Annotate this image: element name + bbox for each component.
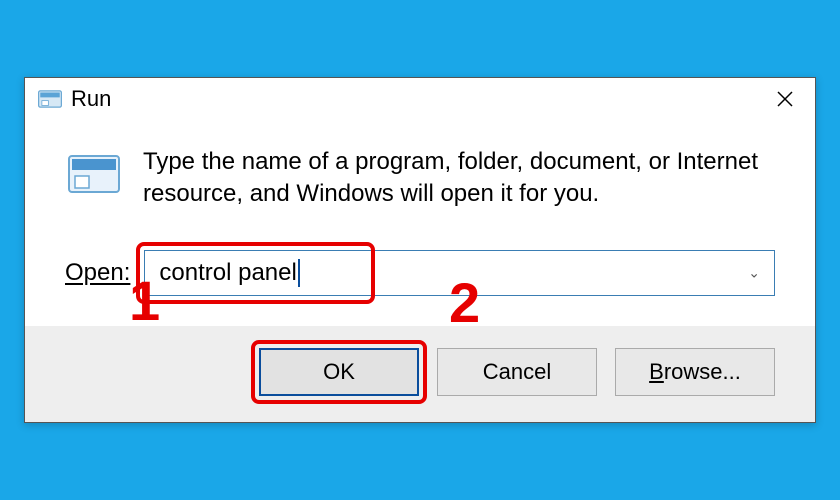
run-icon-large (65, 148, 123, 200)
window-title: Run (71, 86, 111, 112)
text-caret (298, 259, 300, 287)
ok-wrapper: OK 2 (259, 348, 419, 396)
open-combobox[interactable]: control panel ⌄ (144, 250, 775, 296)
cancel-button[interactable]: Cancel (437, 348, 597, 396)
run-dialog: Run Type the name of a program, folder, … (24, 77, 816, 424)
close-icon (777, 91, 793, 107)
instruction-text: Type the name of a program, folder, docu… (143, 146, 775, 211)
titlebar-left: Run (37, 86, 111, 112)
chevron-down-icon[interactable]: ⌄ (748, 265, 760, 282)
dialog-footer: OK 2 Cancel Browse... (25, 326, 815, 422)
close-button[interactable] (763, 84, 807, 114)
browse-button[interactable]: Browse... (615, 348, 775, 396)
open-label: Open: (65, 259, 130, 287)
open-input-value: control panel (159, 259, 296, 287)
run-icon (37, 86, 63, 112)
open-row: Open: control panel ⌄ (65, 250, 775, 296)
instruction-row: Type the name of a program, folder, docu… (65, 146, 775, 211)
ok-button[interactable]: OK (259, 348, 419, 396)
combo-wrapper: control panel ⌄ (144, 250, 775, 296)
dialog-body: Type the name of a program, folder, docu… (25, 120, 815, 327)
titlebar: Run (25, 78, 815, 120)
